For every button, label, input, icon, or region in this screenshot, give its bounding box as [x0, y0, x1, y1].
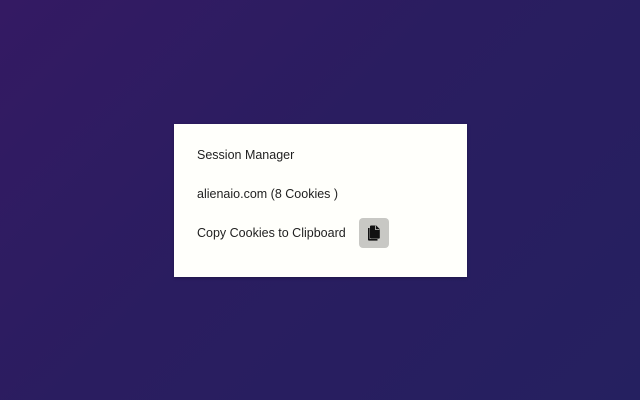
domain-cookie-info: alienaio.com (8 Cookies ): [197, 186, 338, 202]
popup-title: Session Manager: [197, 148, 295, 162]
copy-cookies-label: Copy Cookies to Clipboard: [197, 226, 346, 240]
domain-name: alienaio.com: [197, 187, 268, 201]
session-manager-popup: Session Manager alienaio.com (8 Cookies …: [174, 124, 467, 277]
cookie-count: (8 Cookies ): [270, 187, 339, 201]
copy-cookies-row: Copy Cookies to Clipboard: [197, 218, 389, 248]
copy-cookies-button[interactable]: [358, 218, 389, 248]
copy-icon: [367, 225, 381, 241]
